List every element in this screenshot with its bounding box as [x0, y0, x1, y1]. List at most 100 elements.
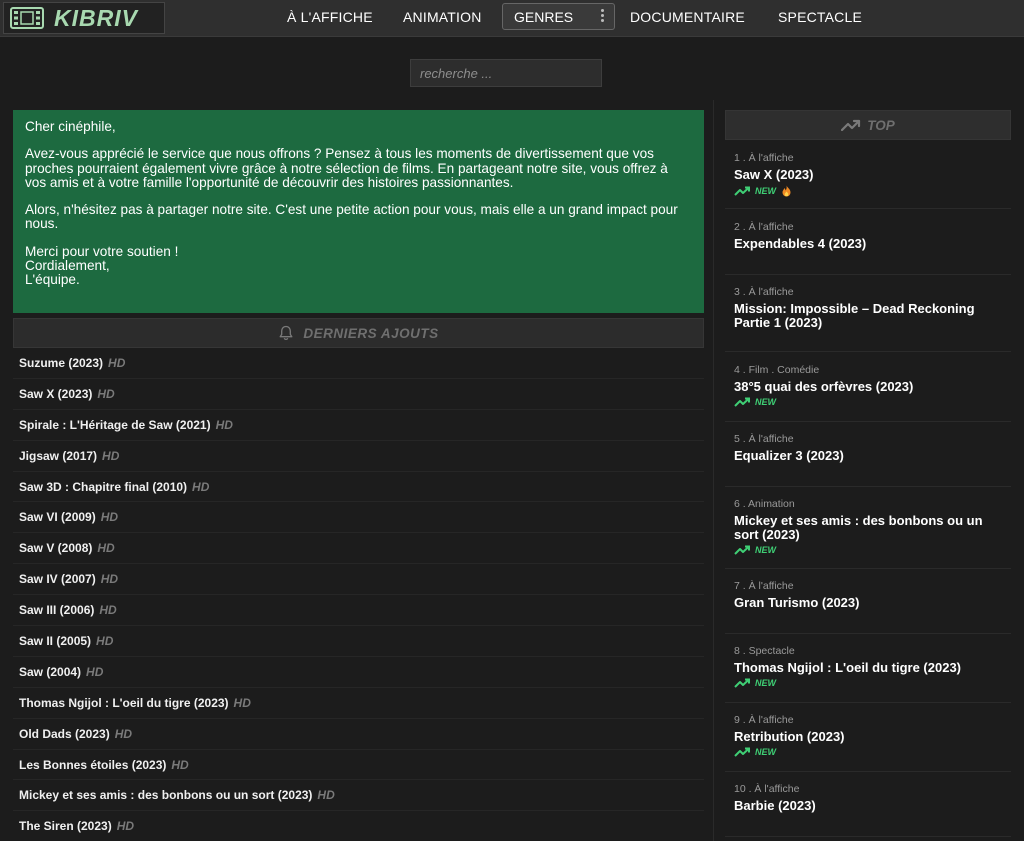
- top-item-title: Retribution (2023): [734, 729, 845, 744]
- nav-documentaire[interactable]: DOCUMENTAIRE: [630, 9, 745, 25]
- latest-item[interactable]: Saw IV (2007) HD: [13, 564, 704, 596]
- hd-badge: HD: [192, 479, 210, 494]
- latest-item[interactable]: Saw (2004) HD: [13, 657, 704, 688]
- sidebar-divider: [713, 100, 714, 841]
- latest-item[interactable]: Suzume (2023) HD: [13, 348, 704, 379]
- latest-item-title: Old Dads (2023): [19, 726, 110, 741]
- top-item[interactable]: 1 . À l'affiche Saw X (2023) NEW: [725, 152, 1011, 209]
- latest-item-title: Saw IV (2007): [19, 572, 96, 587]
- hd-badge: HD: [102, 448, 120, 463]
- hd-badge: HD: [317, 788, 335, 803]
- hd-badge: HD: [100, 510, 119, 525]
- hd-badge: HD: [215, 417, 233, 432]
- share-message-box: Cher cinéphile, Avez-vous apprécié le se…: [13, 110, 704, 313]
- new-label: NEW: [755, 678, 776, 688]
- message-signature-thanks: Merci pour votre soutien !: [25, 243, 179, 259]
- top-item-meta: 9 . À l'affiche: [734, 714, 794, 726]
- latest-item-title: Spirale : L'Héritage de Saw (2021): [19, 417, 211, 432]
- top-item[interactable]: 8 . Spectacle Thomas Ngijol : L'oeil du …: [725, 645, 1011, 703]
- top-title: TOP: [867, 117, 895, 133]
- top-item[interactable]: 3 . À l'affiche Mission: Impossible – De…: [725, 286, 1011, 352]
- top-item-meta: 8 . Spectacle: [734, 645, 795, 657]
- new-label: NEW: [755, 186, 776, 196]
- top-header: TOP: [725, 110, 1011, 140]
- top-item[interactable]: 5 . À l'affiche Equalizer 3 (2023): [725, 433, 1011, 487]
- top-item-meta: 5 . À l'affiche: [734, 433, 794, 445]
- hd-badge: HD: [233, 695, 251, 710]
- logo-text: KIBRIV: [54, 4, 138, 31]
- site-logo[interactable]: KIBRIV: [3, 2, 165, 34]
- latest-item[interactable]: Saw VI (2009) HD: [13, 502, 704, 534]
- latest-item[interactable]: Saw III (2006) HD: [13, 595, 704, 627]
- top-item-title: Saw X (2023): [734, 167, 814, 182]
- top-item-meta: 4 . Film . Comédie: [734, 364, 820, 376]
- top-item[interactable]: 7 . À l'affiche Gran Turismo (2023): [725, 580, 1011, 634]
- trending-up-icon: [734, 747, 750, 757]
- top-item-meta: 2 . À l'affiche: [734, 221, 794, 233]
- nav-spectacle[interactable]: SPECTACLE: [778, 9, 862, 25]
- new-label: NEW: [755, 397, 776, 407]
- message-signature-team: L'équipe.: [25, 272, 80, 288]
- more-vertical-icon: [600, 9, 604, 25]
- hd-badge: HD: [108, 355, 126, 370]
- latest-item[interactable]: Saw X (2023) HD: [13, 379, 704, 410]
- latest-item[interactable]: Thomas Ngijol : L'oeil du tigre (2023) HD: [13, 688, 704, 719]
- search-input[interactable]: [410, 59, 602, 87]
- latest-item[interactable]: Spirale : L'Héritage de Saw (2021) HD: [13, 410, 704, 441]
- top-item-meta: 6 . Animation: [734, 498, 795, 510]
- hd-badge: HD: [97, 541, 115, 556]
- latest-item[interactable]: Mickey et ses amis : des bonbons ou un s…: [13, 780, 704, 812]
- top-item[interactable]: 10 . À l'affiche Barbie (2023): [725, 783, 1011, 837]
- trending-up-icon: [734, 678, 750, 688]
- latest-item[interactable]: The Siren (2023) HD: [13, 811, 704, 841]
- message-signature-regards: Cordialement,: [25, 258, 110, 274]
- latest-additions-title: DERNIERS AJOUTS: [303, 325, 439, 341]
- latest-item-title: Saw VI (2009): [19, 510, 96, 525]
- new-label: NEW: [755, 545, 776, 555]
- top-item[interactable]: 4 . Film . Comédie 38°5 quai des orfèvre…: [725, 364, 1011, 422]
- latest-item[interactable]: Les Bonnes étoiles (2023) HD: [13, 750, 704, 781]
- hd-badge: HD: [97, 386, 115, 401]
- top-item[interactable]: 6 . Animation Mickey et ses amis : des b…: [725, 498, 1011, 569]
- latest-item[interactable]: Old Dads (2023) HD: [13, 719, 704, 750]
- top-item[interactable]: 2 . À l'affiche Expendables 4 (2023): [725, 221, 1011, 275]
- message-greeting: Cher cinéphile,: [25, 119, 116, 134]
- latest-item-title: The Siren (2023): [19, 819, 112, 834]
- trending-up-icon: [734, 545, 750, 555]
- latest-item[interactable]: Saw 3D : Chapitre final (2010) HD: [13, 472, 704, 503]
- top-item-title: Equalizer 3 (2023): [734, 448, 844, 463]
- latest-item-title: Thomas Ngijol : L'oeil du tigre (2023): [19, 695, 229, 710]
- latest-item-title: Saw X (2023): [19, 386, 93, 401]
- nav-animation[interactable]: ANIMATION: [403, 9, 482, 25]
- latest-item[interactable]: Saw V (2008) HD: [13, 533, 704, 565]
- new-badge: NEW: [734, 747, 1011, 757]
- fire-icon: [782, 185, 791, 197]
- new-badge: NEW: [734, 185, 1011, 197]
- hd-badge: HD: [171, 757, 189, 772]
- trending-up-icon: [734, 397, 750, 407]
- latest-item-title: Saw III (2006): [19, 603, 95, 618]
- latest-item-title: Jigsaw (2017): [19, 448, 98, 463]
- latest-item-title: Les Bonnes étoiles (2023): [19, 757, 167, 772]
- new-label: NEW: [755, 747, 776, 757]
- latest-item[interactable]: Jigsaw (2017) HD: [13, 441, 704, 472]
- top-item-title: Mickey et ses amis : des bonbons ou un s…: [734, 513, 983, 542]
- film-icon: [10, 7, 44, 29]
- top-item-meta: 7 . À l'affiche: [734, 580, 794, 592]
- top-item-title: Gran Turismo (2023): [734, 595, 860, 610]
- latest-item[interactable]: Saw II (2005) HD: [13, 626, 704, 657]
- nav-a-l-affiche[interactable]: À L'AFFICHE: [287, 9, 373, 25]
- latest-item-title: Mickey et ses amis : des bonbons ou un s…: [19, 788, 313, 803]
- hd-badge: HD: [99, 603, 117, 618]
- top-item-title: Mission: Impossible – Dead Reckoning Par…: [734, 301, 975, 330]
- hd-badge: HD: [96, 633, 114, 648]
- new-badge: NEW: [734, 678, 1011, 688]
- nav-genres-dropdown[interactable]: GENRES: [502, 3, 615, 30]
- top-item-title: Barbie (2023): [734, 798, 816, 813]
- message-paragraph-2: Alors, n'hésitez pas à partager notre si…: [25, 202, 678, 232]
- top-item-title: Expendables 4 (2023): [734, 236, 867, 251]
- hd-badge: HD: [100, 572, 119, 587]
- latest-item-title: Saw V (2008): [19, 541, 93, 556]
- message-signature: Merci pour votre soutien ! Cordialement,…: [25, 243, 692, 288]
- top-item[interactable]: 9 . À l'affiche Retribution (2023) NEW: [725, 714, 1011, 772]
